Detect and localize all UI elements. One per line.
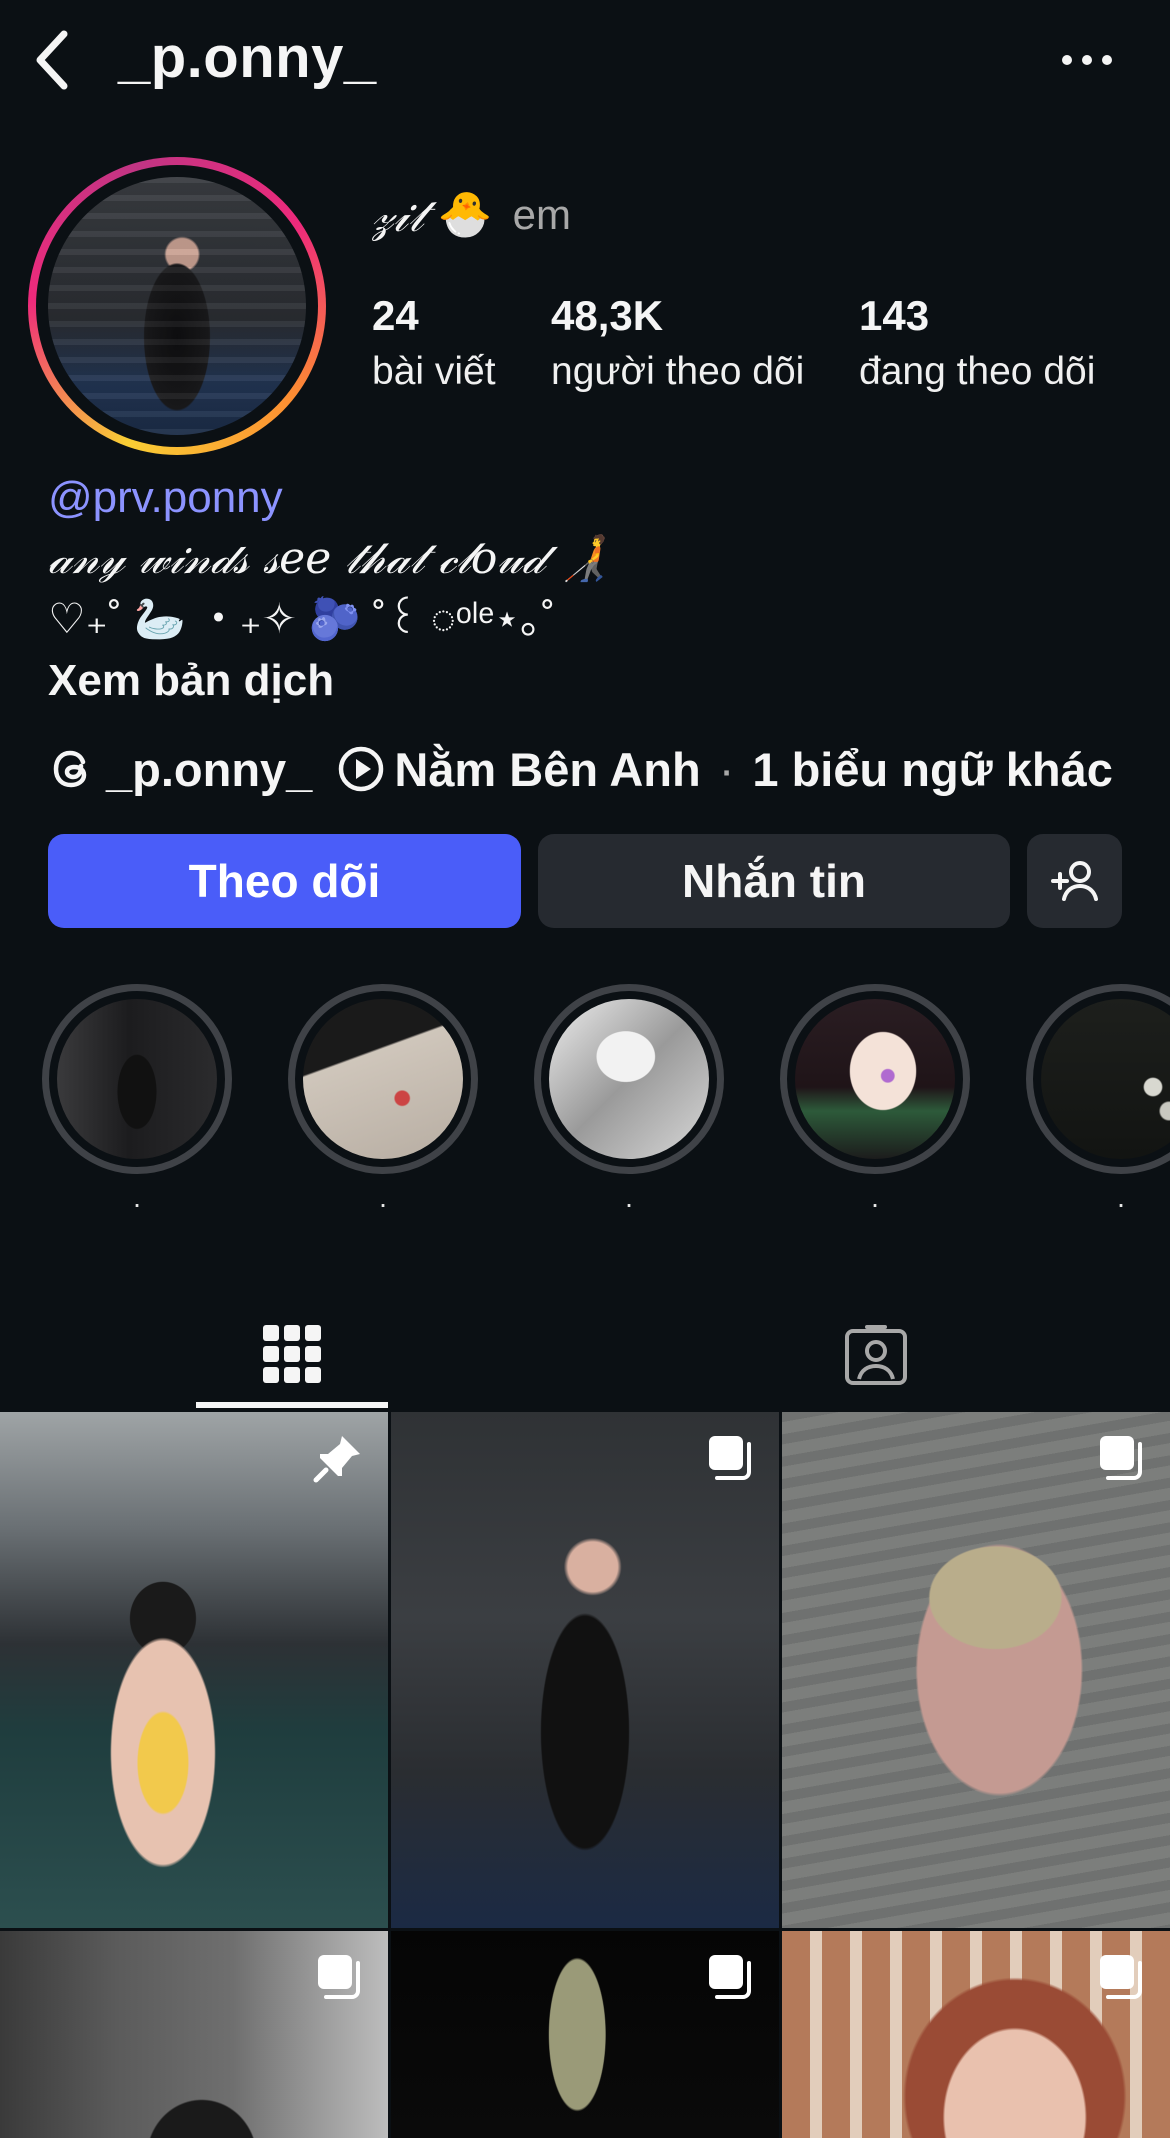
stat-following-value: 143 xyxy=(859,292,930,339)
chick-emoji: 🐣 xyxy=(437,189,493,240)
post-thumbnail[interactable] xyxy=(391,1412,779,1928)
profile-username: _p.onny_ xyxy=(118,25,377,90)
tab-posts-grid[interactable] xyxy=(196,1300,388,1408)
story-highlight[interactable]: . xyxy=(1026,984,1170,1214)
highlight-cover xyxy=(303,999,463,1159)
multiple-photos-icon xyxy=(1100,1955,1142,1999)
highlight-cover xyxy=(549,999,709,1159)
stat-posts-value: 24 xyxy=(372,292,419,339)
stat-following[interactable]: 143 đang theo dõi xyxy=(859,290,1095,398)
message-button[interactable]: Nhắn tin xyxy=(538,834,1010,928)
pronoun: em xyxy=(512,191,571,238)
stat-following-label: đang theo dõi xyxy=(859,350,1096,393)
suggested-users-button[interactable] xyxy=(1027,834,1122,928)
music-link[interactable]: Nằm Bên Anh xyxy=(394,742,700,797)
follow-button[interactable]: Theo dõi xyxy=(48,834,521,928)
active-tab-indicator xyxy=(196,1402,388,1408)
stat-posts: 24 bài viết xyxy=(372,290,496,398)
story-highlight[interactable]: . xyxy=(42,984,232,1214)
stat-followers[interactable]: 48,3K người theo dõi xyxy=(551,290,804,398)
highlight-label: . xyxy=(625,1182,633,1213)
post-thumbnail[interactable] xyxy=(0,1412,388,1928)
tab-tagged[interactable] xyxy=(780,1300,972,1408)
highlight-label: . xyxy=(379,1182,387,1213)
stat-posts-label: bài viết xyxy=(372,350,496,393)
grid-icon xyxy=(263,1325,321,1383)
post-thumbnail[interactable] xyxy=(0,1931,388,2138)
display-name: 𝓏𝒾𝓉 🐣 em xyxy=(372,186,571,244)
multiple-photos-icon xyxy=(1100,1436,1142,1480)
tagged-person-icon xyxy=(845,1325,907,1385)
more-options-button[interactable] xyxy=(1052,30,1122,90)
translate-link[interactable]: Xem bản dịch xyxy=(48,652,334,710)
highlight-cover xyxy=(1041,999,1170,1159)
story-highlight[interactable]: . xyxy=(288,984,478,1214)
stat-followers-label: người theo dõi xyxy=(551,350,805,393)
multiple-photos-icon xyxy=(709,1436,751,1480)
highlight-label: . xyxy=(871,1182,879,1213)
mention-link[interactable]: @prv.ponny xyxy=(48,470,283,526)
back-button[interactable] xyxy=(22,24,82,96)
highlight-label: . xyxy=(133,1182,141,1213)
stat-followers-value: 48,3K xyxy=(551,292,664,339)
separator-dot: · xyxy=(718,742,735,796)
post-thumbnail[interactable] xyxy=(782,1931,1170,2138)
multiple-photos-icon xyxy=(318,1955,360,1999)
story-highlight[interactable]: . xyxy=(534,984,724,1214)
highlight-label: . xyxy=(1117,1182,1125,1213)
profile-links-row: _p.onny_ Nằm Bên Anh · 1 biểu ngữ khác xyxy=(48,736,1113,802)
story-highlight[interactable]: . xyxy=(780,984,970,1214)
post-thumbnail[interactable] xyxy=(782,1412,1170,1928)
profile-avatar[interactable] xyxy=(28,157,326,455)
play-circle-icon xyxy=(336,744,386,794)
chevron-left-icon xyxy=(36,30,68,90)
avatar-photo xyxy=(48,177,306,435)
bio-line: 𝒶𝓃𝓎 𝓌𝒾𝓃𝒹𝓈 𝓈𝑒𝑒 𝓉𝒽𝒶𝓉 𝒸𝓁𝑜𝓊𝒹 🧑‍🦯 xyxy=(48,533,614,584)
display-name-text: 𝓏𝒾𝓉 xyxy=(372,188,424,242)
pin-icon xyxy=(313,1436,360,1483)
threads-icon xyxy=(48,744,98,794)
highlight-cover xyxy=(795,999,955,1159)
bio-line: ♡₊˚ 🦢 ・₊✧ 🫐 ˚꒰ ◌ᵒˡᵉ⋆｡˚ xyxy=(48,595,556,642)
multiple-photos-icon xyxy=(709,1955,751,1999)
post-thumbnail[interactable] xyxy=(391,1931,779,2138)
more-dots-icon xyxy=(1062,55,1112,65)
more-links[interactable]: 1 biểu ngữ khác xyxy=(752,742,1113,797)
highlight-cover xyxy=(57,999,217,1159)
threads-link[interactable]: _p.onny_ xyxy=(106,742,312,797)
add-person-icon xyxy=(1050,861,1098,901)
